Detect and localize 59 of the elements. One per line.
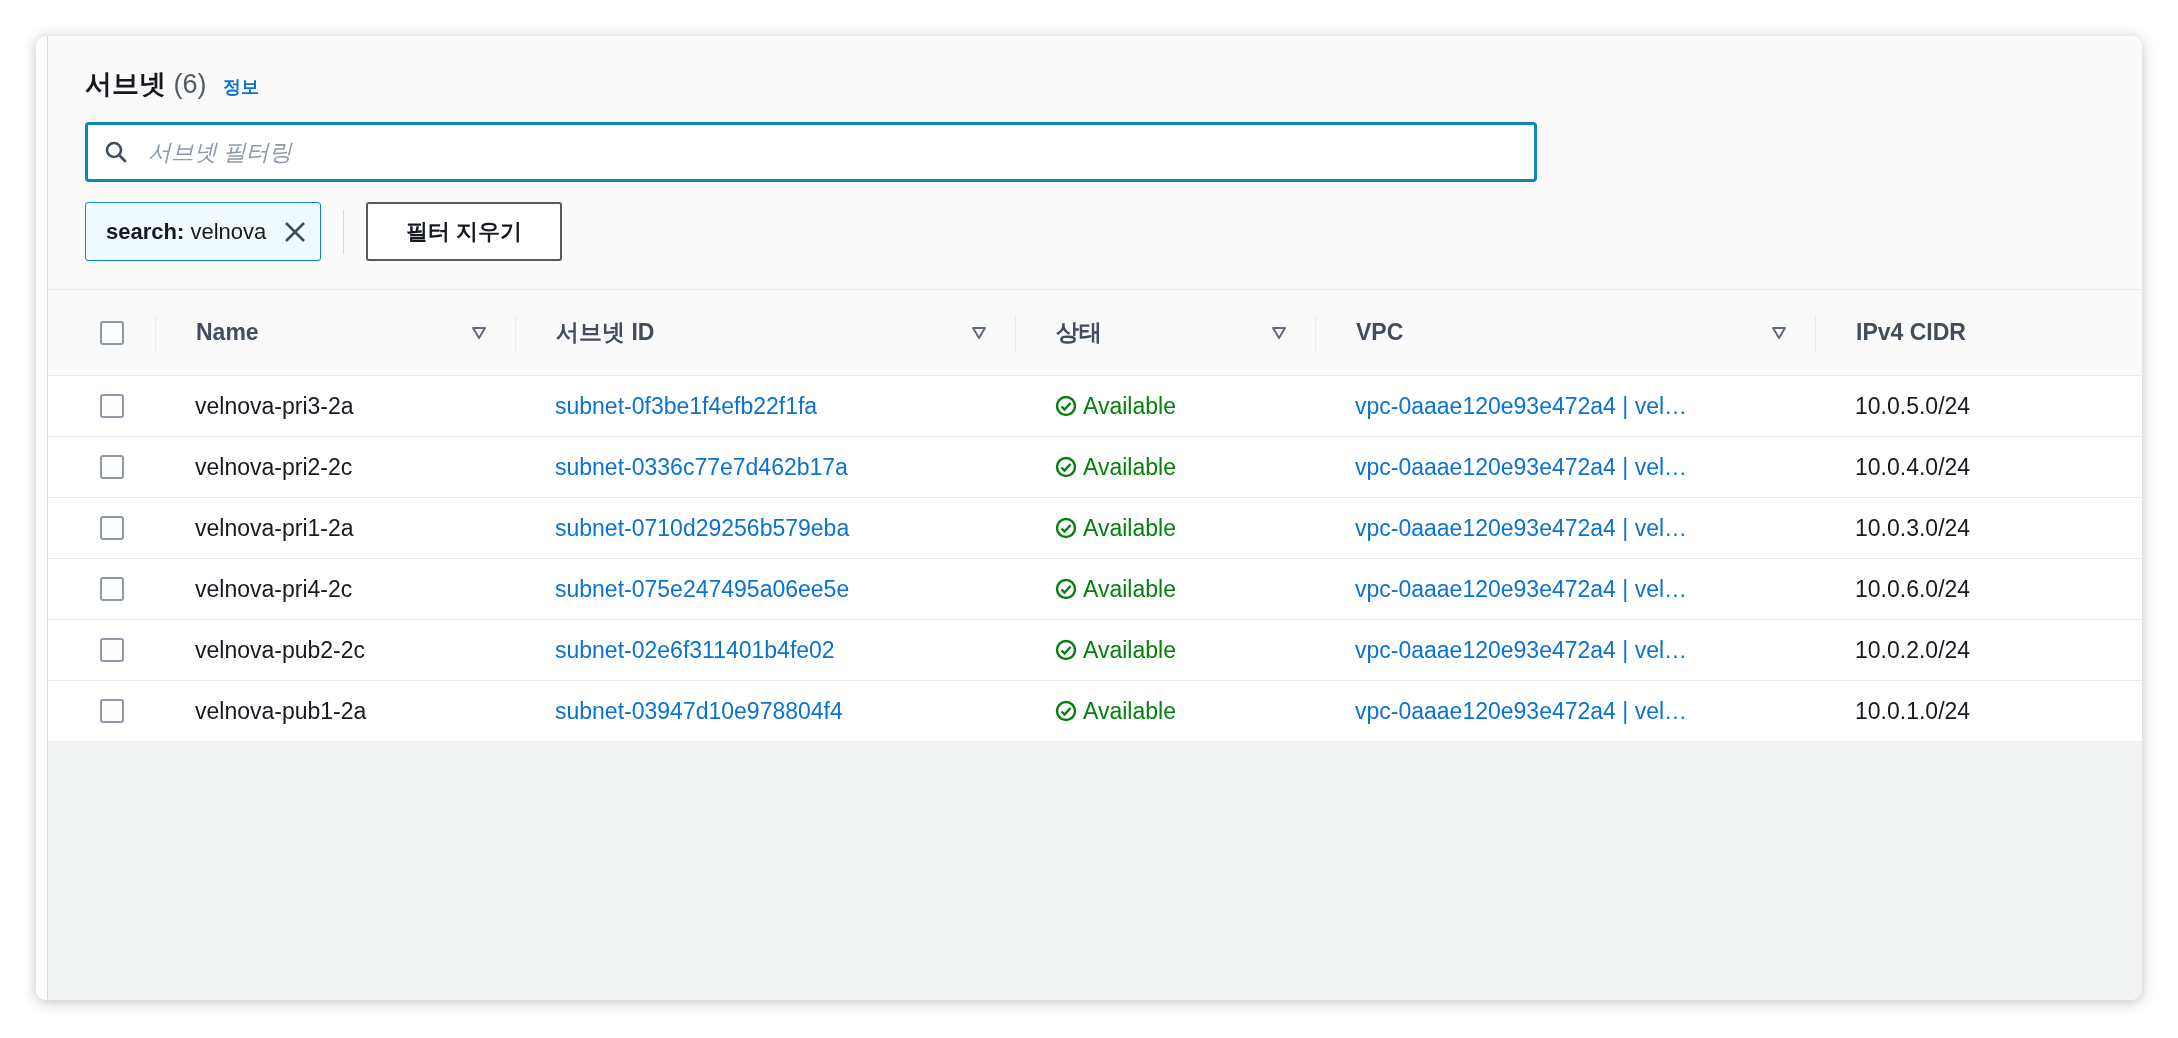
subnet-id-link[interactable]: subnet-075e247495a06ee5e: [515, 575, 850, 603]
subnet-id-link[interactable]: subnet-0f3be1f4efb22f1fa: [515, 392, 818, 420]
name-cell-text: velnova-pub1-2a: [194, 697, 367, 725]
check-circle-icon: [1055, 639, 1077, 661]
sort-icon[interactable]: [971, 325, 987, 340]
subnet-id-link[interactable]: subnet-0336c77e7d462b17a: [515, 453, 848, 481]
check-circle-icon: [1055, 578, 1077, 600]
name-cell-text: velnova-pub2-2c: [194, 636, 366, 664]
filter-token-text: search: velnova: [106, 218, 267, 245]
subnet-id-link[interactable]: subnet-0710d29256b579eba: [515, 514, 850, 542]
status-text: Available: [1083, 514, 1176, 542]
vpc-link[interactable]: vpc-0aaae120e93e472a4 | vel…: [1315, 636, 1688, 664]
name-cell-text: velnova-pri4-2c: [194, 575, 353, 603]
cidr-cell-text: 10.0.5.0/24: [1854, 392, 1971, 420]
check-circle-icon: [1055, 456, 1077, 478]
checkbox[interactable]: [99, 320, 124, 345]
status-text: Available: [1083, 636, 1176, 664]
name-cell-text: velnova-pri1-2a: [194, 514, 354, 542]
cidr-cell-text: 10.0.6.0/24: [1854, 575, 1971, 603]
cidr-cell-text: 10.0.2.0/24: [1854, 636, 1971, 664]
checkbox[interactable]: [99, 455, 124, 479]
column-header[interactable]: Name: [196, 319, 259, 346]
vpc-link[interactable]: vpc-0aaae120e93e472a4 | vel…: [1315, 453, 1688, 481]
checkbox[interactable]: [99, 394, 124, 418]
checkbox[interactable]: [99, 516, 124, 540]
search-field[interactable]: 서브넷 필터링: [85, 122, 1537, 182]
check-circle-icon: [1055, 395, 1077, 417]
clear-filters-button[interactable]: 필터 지우기: [366, 202, 563, 261]
cidr-cell-text: 10.0.3.0/24: [1854, 514, 1971, 542]
status-text: Available: [1083, 697, 1176, 725]
subnet-id-link[interactable]: subnet-03947d10e978804f4: [515, 697, 843, 725]
cidr-cell-text: 10.0.1.0/24: [1854, 697, 1971, 725]
sort-icon[interactable]: [1271, 325, 1287, 340]
checkbox[interactable]: [99, 638, 124, 662]
vpc-link[interactable]: vpc-0aaae120e93e472a4 | vel…: [1315, 392, 1688, 420]
search-icon: [105, 141, 127, 163]
status-text: Available: [1083, 575, 1176, 603]
column-header[interactable]: VPC: [1356, 319, 1404, 346]
checkbox[interactable]: [99, 699, 124, 723]
sort-icon[interactable]: [1771, 325, 1787, 340]
vpc-link[interactable]: vpc-0aaae120e93e472a4 | vel…: [1315, 514, 1688, 542]
checkbox[interactable]: [99, 577, 124, 601]
close-icon[interactable]: [284, 220, 307, 243]
cidr-cell-text: 10.0.4.0/24: [1854, 453, 1971, 481]
name-cell-text: velnova-pri2-2c: [194, 453, 353, 481]
sort-icon[interactable]: [471, 325, 487, 340]
column-header[interactable]: 상태: [1056, 317, 1102, 348]
column-header[interactable]: IPv4 CIDR: [1856, 319, 1966, 346]
vpc-link[interactable]: vpc-0aaae120e93e472a4 | vel…: [1315, 697, 1688, 725]
name-cell-text: velnova-pri3-2a: [194, 392, 354, 420]
status-text: Available: [1083, 453, 1176, 481]
check-circle-icon: [1055, 517, 1077, 539]
info-link[interactable]: 정보: [222, 75, 259, 99]
subnet-id-link[interactable]: subnet-02e6f311401b4fe02: [515, 636, 835, 664]
section-title: 서브넷 (6): [85, 68, 207, 101]
status-text: Available: [1083, 392, 1176, 420]
check-circle-icon: [1055, 700, 1077, 722]
column-header[interactable]: 서브넷 ID: [556, 317, 655, 348]
vpc-link[interactable]: vpc-0aaae120e93e472a4 | vel…: [1315, 575, 1688, 603]
